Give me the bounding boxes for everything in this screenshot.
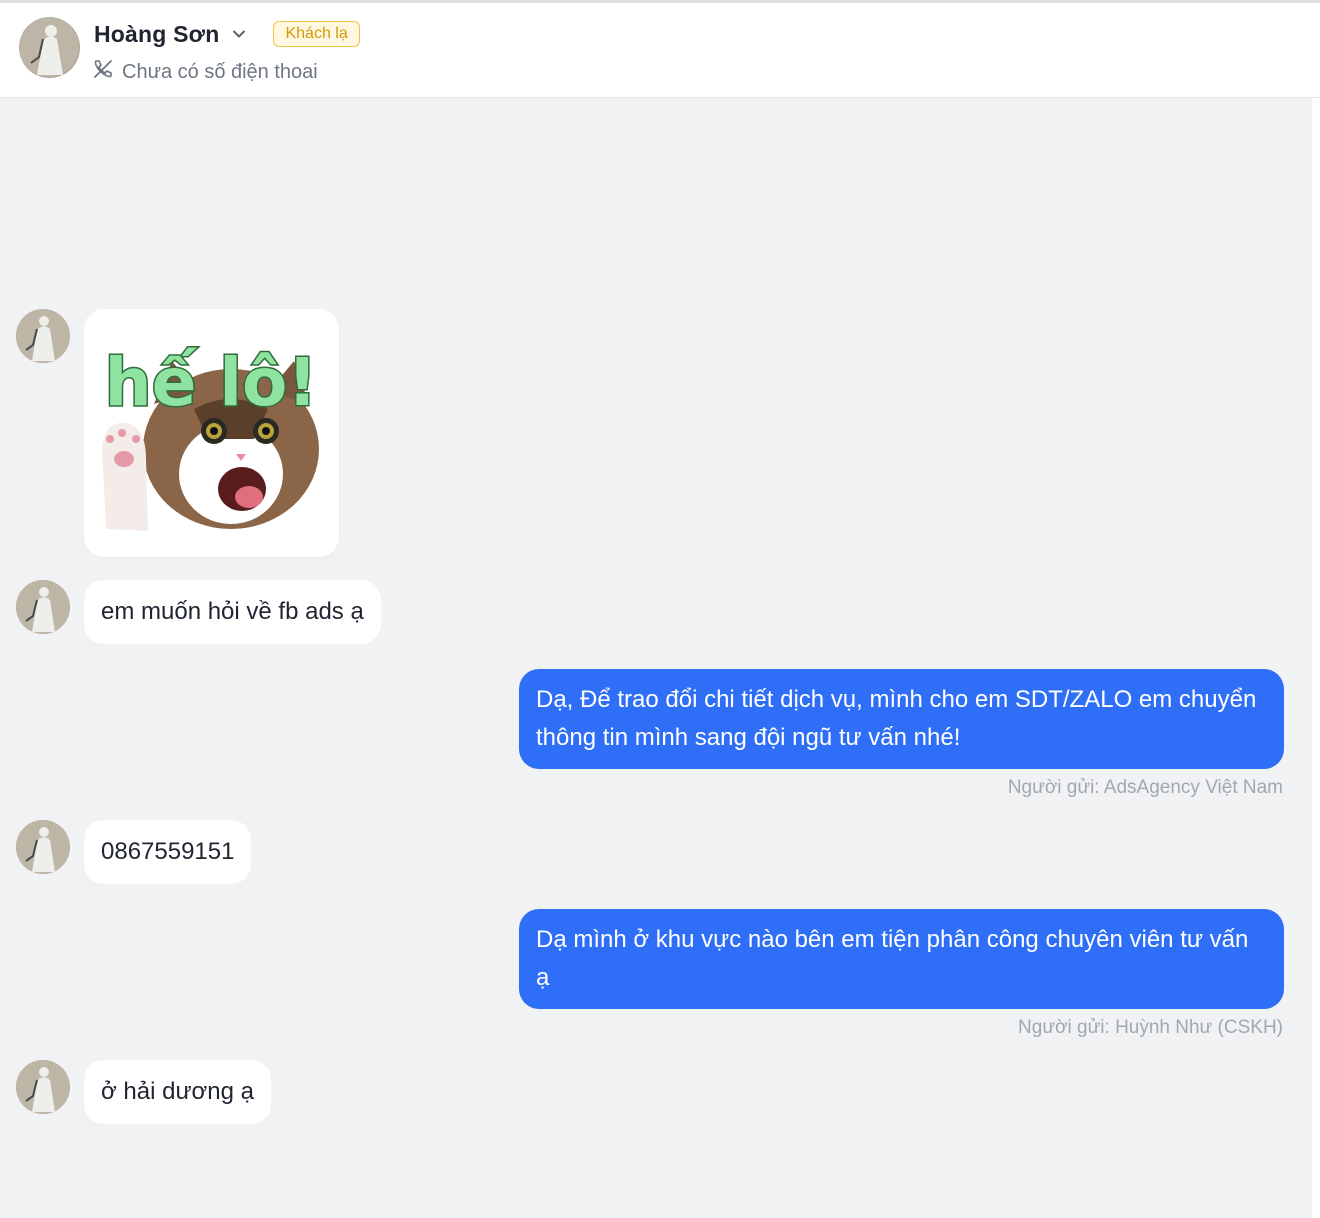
- phone-status-row: Chưa có số điện thoai: [92, 57, 318, 87]
- incoming-message[interactable]: ở hải dương ạ: [84, 1060, 271, 1124]
- user-avatar-icon: [19, 17, 79, 77]
- contact-name[interactable]: Hoàng Sơn: [94, 21, 219, 48]
- message-list[interactable]: [0, 98, 1311, 1218]
- sender-avatar[interactable]: [16, 580, 70, 634]
- sender-label: Người gửi: Huỳnh Như (CSKH): [1018, 1017, 1283, 1038]
- sender-label: Người gửi: AdsAgency Việt Nam: [1007, 777, 1283, 798]
- chevron-down-icon[interactable]: [229, 24, 249, 44]
- incoming-message[interactable]: 0867559151: [84, 820, 252, 884]
- chat-window: Hoàng Sơn Khách lạ Chưa có số điện thoai: [0, 0, 1320, 1218]
- user-avatar-icon: [16, 820, 70, 874]
- contact-avatar[interactable]: [19, 17, 80, 78]
- sender-avatar[interactable]: [16, 1060, 70, 1114]
- phone-status-text: Chưa có số điện thoai: [122, 60, 318, 83]
- stranger-badge: Khách lạ: [273, 21, 360, 47]
- user-avatar-icon: [16, 309, 70, 363]
- incoming-message[interactable]: em muốn hỏi về fb ads ạ: [84, 580, 381, 644]
- sender-avatar[interactable]: [16, 309, 70, 363]
- scrollbar[interactable]: [1311, 98, 1320, 1218]
- phone-off-icon: [92, 58, 114, 86]
- conversation-header: Hoàng Sơn Khách lạ Chưa có số điện thoai: [0, 0, 1320, 98]
- user-avatar-icon: [16, 580, 70, 634]
- sender-avatar[interactable]: [16, 820, 70, 874]
- sticker-message[interactable]: hế lô!: [84, 309, 339, 557]
- contact-name-row: Hoàng Sơn Khách lạ: [94, 17, 360, 51]
- outgoing-message[interactable]: Dạ mình ở khu vực nào bên em tiện phân c…: [519, 909, 1284, 1009]
- outgoing-message[interactable]: Dạ, Để trao đổi chi tiết dịch vụ, mình c…: [519, 669, 1284, 769]
- sticker-text: hế lô!: [105, 344, 318, 421]
- cat-waving-sticker-icon: hế lô!: [102, 343, 319, 531]
- user-avatar-icon: [16, 1060, 70, 1114]
